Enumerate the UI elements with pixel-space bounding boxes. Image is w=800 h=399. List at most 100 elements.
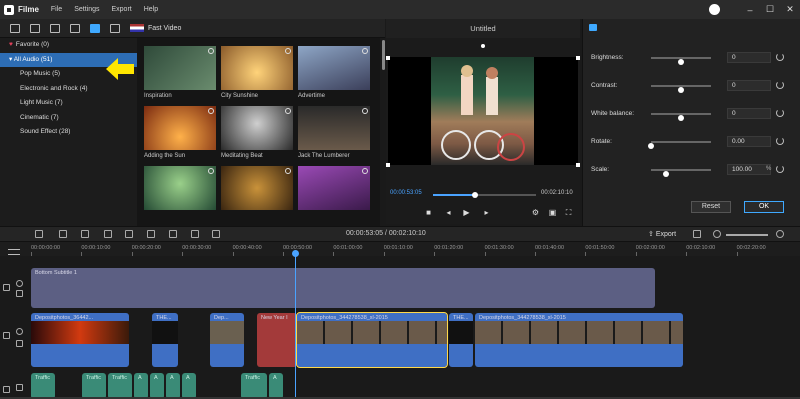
progress-knob[interactable] — [472, 192, 479, 198]
media-tile[interactable]: Meditating Beat — [221, 106, 293, 159]
sidebar-item-electronic-rock[interactable]: Electronic and Rock (4) — [0, 82, 137, 97]
media-tile[interactable]: City Sunshine — [221, 46, 293, 99]
reset-icon[interactable] — [776, 137, 784, 145]
ok-button[interactable]: OK — [744, 201, 784, 213]
media-tile[interactable]: Adding the Sun — [144, 106, 216, 159]
export-button[interactable]: ⇪ Export — [648, 230, 676, 238]
image-tab-icon[interactable] — [589, 24, 597, 31]
audio-clip[interactable]: A — [150, 373, 164, 399]
elements-icon[interactable] — [110, 23, 120, 33]
white-balance-slider[interactable] — [651, 113, 711, 121]
video-clip[interactable]: Depositphotos_36442... — [31, 313, 129, 367]
contrast-value[interactable]: 0 — [727, 80, 771, 91]
audio-clip[interactable]: A — [134, 373, 148, 399]
lock-icon[interactable] — [16, 290, 23, 297]
magic-icon[interactable] — [147, 230, 155, 238]
menu-export[interactable]: Export — [111, 6, 131, 13]
undo-icon[interactable] — [35, 230, 43, 238]
sidebar-item-sound-effect[interactable]: Sound Effect (28) — [0, 125, 137, 140]
split-icon[interactable] — [104, 230, 112, 238]
brightness-value[interactable]: 0 — [727, 52, 771, 63]
resize-handle[interactable] — [386, 163, 390, 167]
menu-file[interactable]: File — [51, 6, 62, 13]
transitions-icon[interactable] — [50, 23, 60, 33]
video-clip-selected[interactable]: Depositphotos_344278538_xl-2015 — [296, 312, 448, 368]
download-icon[interactable] — [362, 168, 368, 174]
prev-frame-icon[interactable]: ◂ — [444, 208, 453, 217]
resize-handle[interactable] — [576, 163, 580, 167]
speed-icon[interactable] — [191, 230, 199, 238]
settings-icon[interactable]: ⚙ — [531, 208, 540, 217]
grid-scrollbar[interactable] — [382, 40, 385, 70]
menu-help[interactable]: Help — [144, 6, 158, 13]
import-icon[interactable] — [10, 23, 20, 33]
effects-icon[interactable] — [30, 23, 40, 33]
download-icon[interactable] — [208, 48, 214, 54]
download-icon[interactable] — [285, 48, 291, 54]
reset-icon[interactable] — [776, 165, 784, 173]
eye-icon[interactable] — [16, 280, 23, 287]
zoom-slider[interactable] — [726, 234, 768, 236]
download-icon[interactable] — [208, 108, 214, 114]
reset-icon[interactable] — [776, 109, 784, 117]
minimize-icon[interactable]: – — [740, 5, 760, 15]
reset-icon[interactable] — [776, 81, 784, 89]
next-frame-icon[interactable]: ▸ — [482, 208, 491, 217]
white-balance-value[interactable]: 0 — [727, 108, 771, 119]
keyboard-icon[interactable] — [693, 230, 701, 238]
media-tile[interactable]: Jack The Lumberer — [298, 106, 370, 159]
reset-button[interactable]: Reset — [691, 201, 731, 213]
download-icon[interactable] — [362, 48, 368, 54]
resize-handle[interactable] — [386, 56, 390, 60]
video-clip[interactable]: New Year I — [257, 313, 297, 367]
slider-knob[interactable] — [648, 143, 654, 149]
maximize-icon[interactable]: ☐ — [760, 4, 780, 15]
fullscreen-icon[interactable]: ⛶ — [564, 208, 573, 217]
audio-clip[interactable]: A — [166, 373, 180, 399]
music-icon[interactable] — [90, 23, 100, 33]
subtitle-clip[interactable]: Bottom Subtitle 1 — [31, 268, 655, 308]
media-tile[interactable] — [298, 166, 370, 210]
media-tile[interactable]: Advertime — [298, 46, 370, 99]
rotate-slider[interactable] — [648, 141, 711, 149]
redo-icon[interactable] — [59, 230, 67, 238]
audio-clip[interactable]: A — [182, 373, 196, 399]
contrast-slider[interactable] — [651, 85, 711, 93]
audio-clip[interactable]: Traffic — [82, 373, 106, 399]
rotate-handle[interactable] — [481, 44, 485, 48]
audio-clip[interactable]: Traffic — [241, 373, 267, 399]
rotate-value[interactable]: 0.00 — [727, 136, 771, 147]
audio-clip[interactable]: A — [269, 373, 283, 399]
media-tile[interactable] — [144, 166, 216, 210]
slider-knob[interactable] — [678, 87, 684, 93]
delete-icon[interactable] — [125, 230, 133, 238]
sidebar-item-cinematic[interactable]: Cinematic (7) — [0, 111, 137, 126]
scale-slider[interactable] — [651, 169, 711, 177]
snapshot-icon[interactable]: ▣ — [548, 208, 557, 217]
zoom-in-icon[interactable] — [776, 230, 784, 238]
slider-knob[interactable] — [663, 171, 669, 177]
timeline-ruler[interactable]: 00:00:00:00 00:00:10:00 00:00:20:00 00:00:3… — [0, 242, 800, 256]
resize-handle[interactable] — [576, 56, 580, 60]
menu-icon[interactable] — [8, 249, 20, 255]
audio-clip[interactable]: Traffic — [31, 373, 55, 399]
close-icon[interactable]: ✕ — [780, 4, 800, 15]
crop-icon[interactable] — [169, 230, 177, 238]
download-icon[interactable] — [208, 168, 214, 174]
sidebar-item-favorite[interactable]: ♥ Favorite (0) — [0, 38, 137, 53]
fast-video-button[interactable]: Fast Video — [130, 24, 181, 32]
scale-value[interactable]: 100.00 — [727, 164, 771, 175]
download-icon[interactable] — [285, 108, 291, 114]
user-avatar[interactable] — [709, 4, 720, 15]
reset-icon[interactable] — [776, 53, 784, 61]
media-tile[interactable]: Inspiration — [144, 46, 216, 99]
sidebar-item-light-music[interactable]: Light Music (7) — [0, 96, 137, 111]
stop-icon[interactable]: ■ — [424, 208, 433, 217]
preview-progress[interactable] — [433, 192, 536, 198]
video-clip[interactable]: Dep... — [210, 313, 244, 367]
download-icon[interactable] — [362, 108, 368, 114]
edit-icon[interactable] — [212, 230, 220, 238]
lock-icon[interactable] — [16, 340, 23, 347]
text-icon[interactable] — [70, 23, 80, 33]
brightness-slider[interactable] — [651, 57, 711, 65]
